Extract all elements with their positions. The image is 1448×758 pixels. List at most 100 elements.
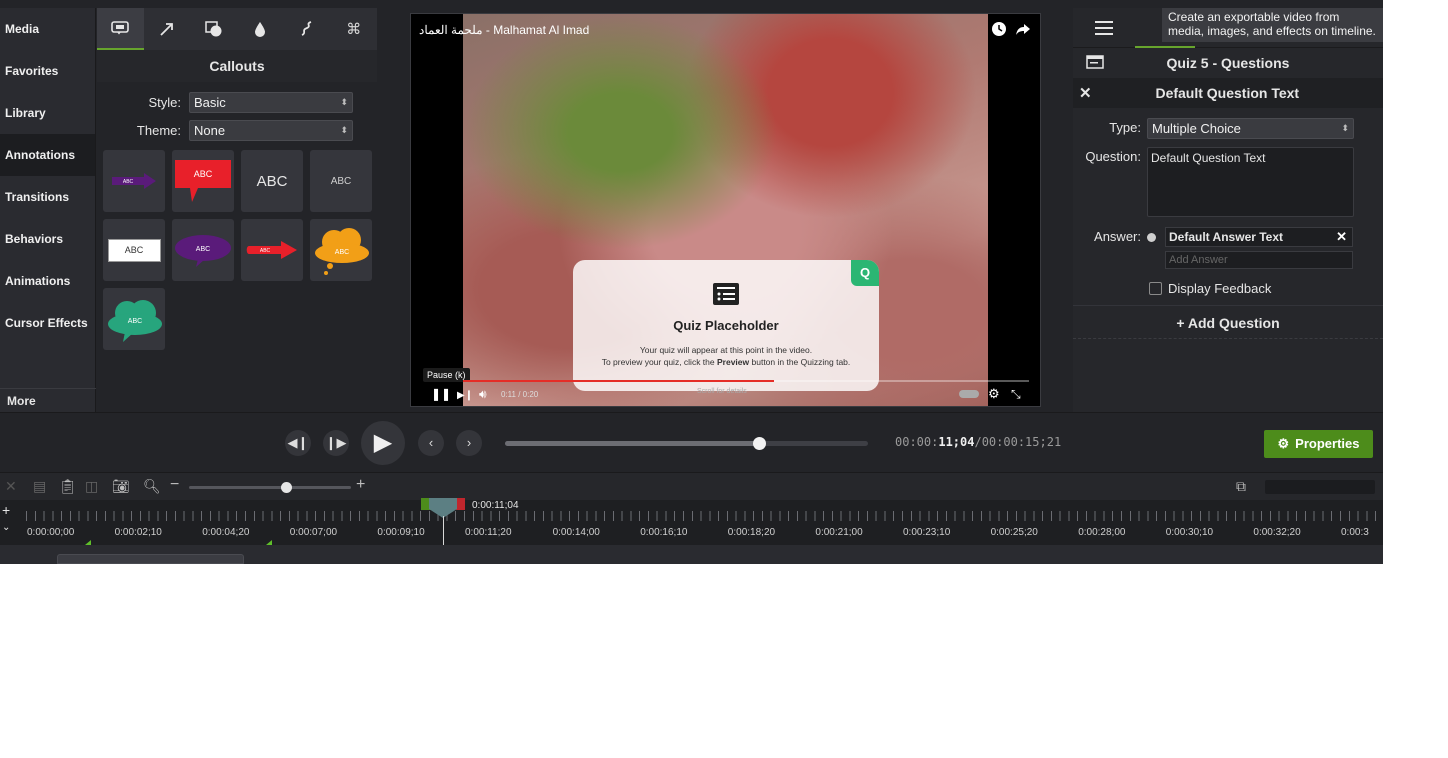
share-icon[interactable] bbox=[1015, 21, 1031, 42]
properties-button-label: Properties bbox=[1295, 436, 1360, 451]
timeline-track-area[interactable] bbox=[0, 545, 1383, 564]
player-volume-icon[interactable]: 🔊︎ bbox=[479, 387, 487, 402]
ruler-label: 0:00:14;00 bbox=[552, 527, 600, 538]
callout-cloud-purple[interactable]: ABC bbox=[172, 219, 234, 281]
ruler-label: 0:00:3 bbox=[1341, 527, 1369, 538]
callout-thought-orange[interactable]: ABC bbox=[310, 219, 372, 281]
callout-arrow-red[interactable]: ABC bbox=[241, 219, 303, 281]
question-textarea[interactable]: Default Question Text bbox=[1147, 147, 1354, 217]
scrub-handle[interactable] bbox=[753, 437, 767, 450]
next-marker-button[interactable]: › bbox=[456, 430, 482, 456]
callout-arrow-red-text: ABC bbox=[260, 248, 271, 254]
player-autoplay-toggle-icon[interactable] bbox=[959, 390, 979, 398]
answer-input[interactable]: Default Answer Text ✕ bbox=[1165, 227, 1353, 247]
timeline-clip[interactable] bbox=[57, 554, 244, 564]
blur-highlight-tab-icon[interactable] bbox=[237, 8, 284, 50]
hamburger-menu-icon[interactable] bbox=[1095, 21, 1113, 40]
add-track-icon[interactable]: + bbox=[2, 502, 10, 518]
style-select[interactable]: Basic bbox=[189, 91, 353, 113]
ruler-label: 0:00:23;10 bbox=[903, 527, 951, 538]
display-feedback-label: Display Feedback bbox=[1168, 281, 1272, 296]
player-seek-bar[interactable] bbox=[463, 380, 1029, 382]
callout-text-small[interactable]: ABC bbox=[310, 150, 372, 212]
remove-answer-icon[interactable]: ✕ bbox=[1336, 228, 1347, 246]
sketch-motion-tab-icon[interactable] bbox=[284, 8, 331, 50]
copy-icon[interactable]: ▤ bbox=[33, 478, 46, 495]
answer-radio-icon[interactable] bbox=[1147, 233, 1156, 242]
youtube-player-controls: Pause (k) ❚❚ ▶❙ 🔊︎ 0:11 / 0:20 Scroll fo… bbox=[411, 366, 1040, 406]
callout-text-large[interactable]: ABC bbox=[241, 150, 303, 212]
callout-box-white[interactable]: ABC bbox=[103, 219, 165, 281]
zoom-slider[interactable] bbox=[189, 482, 351, 493]
gear-icon: ⚙ bbox=[1277, 436, 1290, 451]
player-pause-icon[interactable]: ❚❚ bbox=[431, 387, 451, 401]
arrow-line-tab-icon[interactable] bbox=[144, 8, 191, 50]
sidebar-item-annotations[interactable]: Annotations bbox=[0, 134, 95, 176]
add-answer-input[interactable]: Add Answer bbox=[1165, 251, 1353, 269]
shape-tab-icon[interactable] bbox=[190, 8, 237, 50]
callout-speech-red[interactable]: ABC bbox=[172, 150, 234, 212]
player-next-icon[interactable]: ▶❙ bbox=[457, 390, 473, 401]
collapse-tracks-icon[interactable]: ⌄ bbox=[2, 522, 10, 533]
sidebar-item-behaviors[interactable]: Behaviors bbox=[0, 218, 95, 260]
ruler-label: 0:00:32;20 bbox=[1253, 527, 1301, 538]
play-button[interactable]: ▶ bbox=[361, 421, 405, 465]
selection-out-marker[interactable] bbox=[456, 498, 465, 510]
question-title: Default Question Text bbox=[1155, 85, 1300, 101]
sidebar-item-media[interactable]: Media bbox=[0, 8, 95, 50]
more-button[interactable]: More bbox=[0, 388, 96, 412]
zoom-out-icon[interactable]: − bbox=[170, 476, 179, 494]
paste-icon[interactable]: 📋︎ bbox=[59, 478, 77, 495]
canvas-preview[interactable]: ملحمة العماد - Malhamat Al Imad Q Quiz P… bbox=[410, 13, 1041, 407]
type-label: Type: bbox=[1109, 120, 1141, 135]
zoom-slider-handle[interactable] bbox=[281, 482, 293, 493]
quiz-list-icon bbox=[712, 282, 740, 311]
zoom-in-icon[interactable]: + bbox=[356, 476, 365, 494]
question-type-select[interactable]: Multiple Choice bbox=[1147, 118, 1354, 139]
ruler-label: 0:00:04;20 bbox=[202, 527, 250, 538]
properties-panel: Quiz 5 - Questions ✕ Default Question Te… bbox=[1073, 8, 1383, 412]
quiz-questions-icon bbox=[1086, 54, 1104, 72]
sidebar-item-library[interactable]: Library bbox=[0, 92, 95, 134]
sidebar-item-transitions[interactable]: Transitions bbox=[0, 176, 95, 218]
scrub-bar[interactable] bbox=[505, 437, 868, 450]
ruler-label: 0:00:02;10 bbox=[114, 527, 162, 538]
callout-cloud-teal[interactable]: ABC bbox=[103, 288, 165, 350]
theme-row: Theme: None bbox=[97, 116, 377, 144]
theme-label: Theme: bbox=[136, 122, 181, 138]
callout-arrow-purple-small[interactable]: ABC bbox=[103, 150, 165, 212]
theme-select[interactable]: None bbox=[189, 119, 353, 141]
timeline-ruler[interactable]: + ⌄ 0:00:11;04 0:00:00;00 0:00:02;10 0:00:… bbox=[0, 498, 1383, 545]
delete-question-icon[interactable]: ✕ bbox=[1079, 84, 1092, 102]
callout-thought-orange-text: ABC bbox=[335, 249, 349, 256]
sidebar-item-animations[interactable]: Animations bbox=[0, 260, 95, 302]
split-icon[interactable]: ◫ bbox=[85, 478, 98, 495]
detach-timeline-icon[interactable]: ⧉ bbox=[1236, 478, 1246, 495]
callout-speech-red-text: ABC bbox=[194, 169, 213, 179]
add-question-button[interactable]: + Add Question bbox=[1073, 305, 1383, 339]
previous-marker-button[interactable]: ‹ bbox=[418, 430, 444, 456]
display-feedback-checkbox[interactable] bbox=[1149, 282, 1162, 295]
close-icon[interactable]: ✕ bbox=[5, 478, 17, 495]
quiz-badge: Q bbox=[851, 260, 879, 286]
callout-tab-icon[interactable] bbox=[97, 8, 144, 50]
watch-later-icon[interactable] bbox=[991, 21, 1007, 42]
export-tooltip: Create an exportable video from media, i… bbox=[1162, 8, 1383, 42]
sidebar-item-favorites[interactable]: Favorites bbox=[0, 50, 95, 92]
question-header: ✕ Default Question Text bbox=[1073, 78, 1383, 108]
callouts-title: Callouts bbox=[97, 50, 377, 82]
zoom-search-icon[interactable]: 🔍︎ bbox=[143, 478, 161, 495]
type-row: Type: Multiple Choice bbox=[1073, 118, 1383, 139]
properties-button[interactable]: ⚙ Properties bbox=[1264, 430, 1373, 458]
sidebar-item-cursor-effects[interactable]: Cursor Effects bbox=[0, 302, 95, 344]
timeline-search-field[interactable] bbox=[1265, 480, 1375, 494]
player-exit-fullscreen-icon[interactable]: ⤡ bbox=[1011, 387, 1021, 402]
playback-transport: ◀❙ ❙▶ ▶ ‹ › 00:00:11;04/00:00:15;21 ⚙ Pro… bbox=[0, 412, 1383, 472]
step-back-button[interactable]: ◀❙ bbox=[285, 430, 311, 456]
camera-icon[interactable]: 📷︎ bbox=[112, 478, 130, 495]
ruler-label: 0:00:00;00 bbox=[27, 527, 75, 538]
keystroke-tab-icon[interactable]: ⌘ bbox=[330, 8, 377, 50]
player-settings-icon[interactable]: ⚙ bbox=[988, 386, 1000, 402]
step-forward-button[interactable]: ❙▶ bbox=[323, 430, 349, 456]
answer-label: Answer: bbox=[1094, 229, 1141, 244]
